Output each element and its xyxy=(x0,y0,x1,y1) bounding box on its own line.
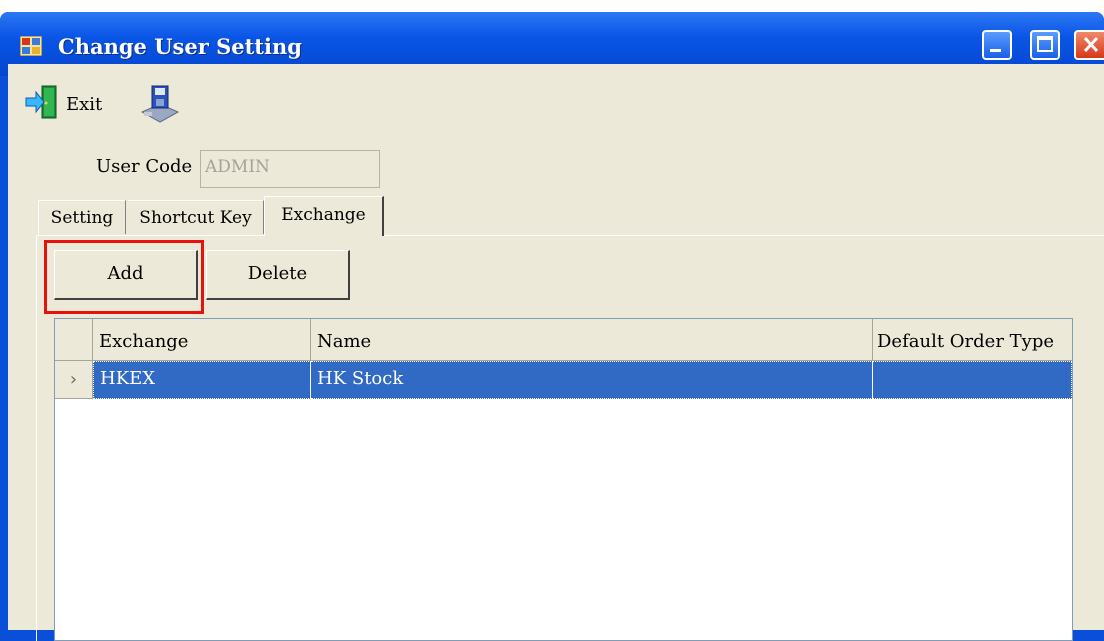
save-disk-icon[interactable] xyxy=(138,82,182,126)
exit-door-icon xyxy=(25,85,57,119)
cell-name[interactable]: HK Stock xyxy=(311,361,873,399)
close-button[interactable] xyxy=(1074,30,1104,60)
minimize-icon xyxy=(990,49,1001,52)
delete-button[interactable]: Delete xyxy=(206,250,350,300)
column-header-name[interactable]: Name xyxy=(311,319,873,361)
exchange-grid[interactable]: Exchange Name Default Order Type › HKEX … xyxy=(54,318,1073,641)
cell-default-order-type[interactable] xyxy=(873,361,1072,399)
minimize-button[interactable] xyxy=(982,30,1012,60)
app-icon xyxy=(20,36,42,56)
window-title: Change User Setting xyxy=(58,34,302,59)
close-icon xyxy=(1083,36,1099,53)
exit-label: Exit xyxy=(66,94,103,115)
tab-shortcut-key[interactable]: Shortcut Key xyxy=(128,200,264,234)
tab-exchange[interactable]: Exchange xyxy=(264,196,384,236)
column-header-default-order-type[interactable]: Default Order Type xyxy=(873,319,1072,361)
row-header-corner xyxy=(55,319,93,361)
column-header-exchange[interactable]: Exchange xyxy=(93,319,311,361)
tab-setting[interactable]: Setting xyxy=(38,200,126,234)
maximize-icon xyxy=(1037,36,1053,52)
user-code-label: User Code xyxy=(96,156,193,177)
table-row[interactable]: › HKEX HK Stock xyxy=(55,361,1072,399)
user-code-field[interactable]: ADMIN xyxy=(200,150,380,188)
row-indicator[interactable]: › xyxy=(55,361,93,399)
add-button[interactable]: Add xyxy=(54,250,198,300)
cell-exchange[interactable]: HKEX xyxy=(93,361,311,399)
maximize-button[interactable] xyxy=(1030,30,1060,60)
